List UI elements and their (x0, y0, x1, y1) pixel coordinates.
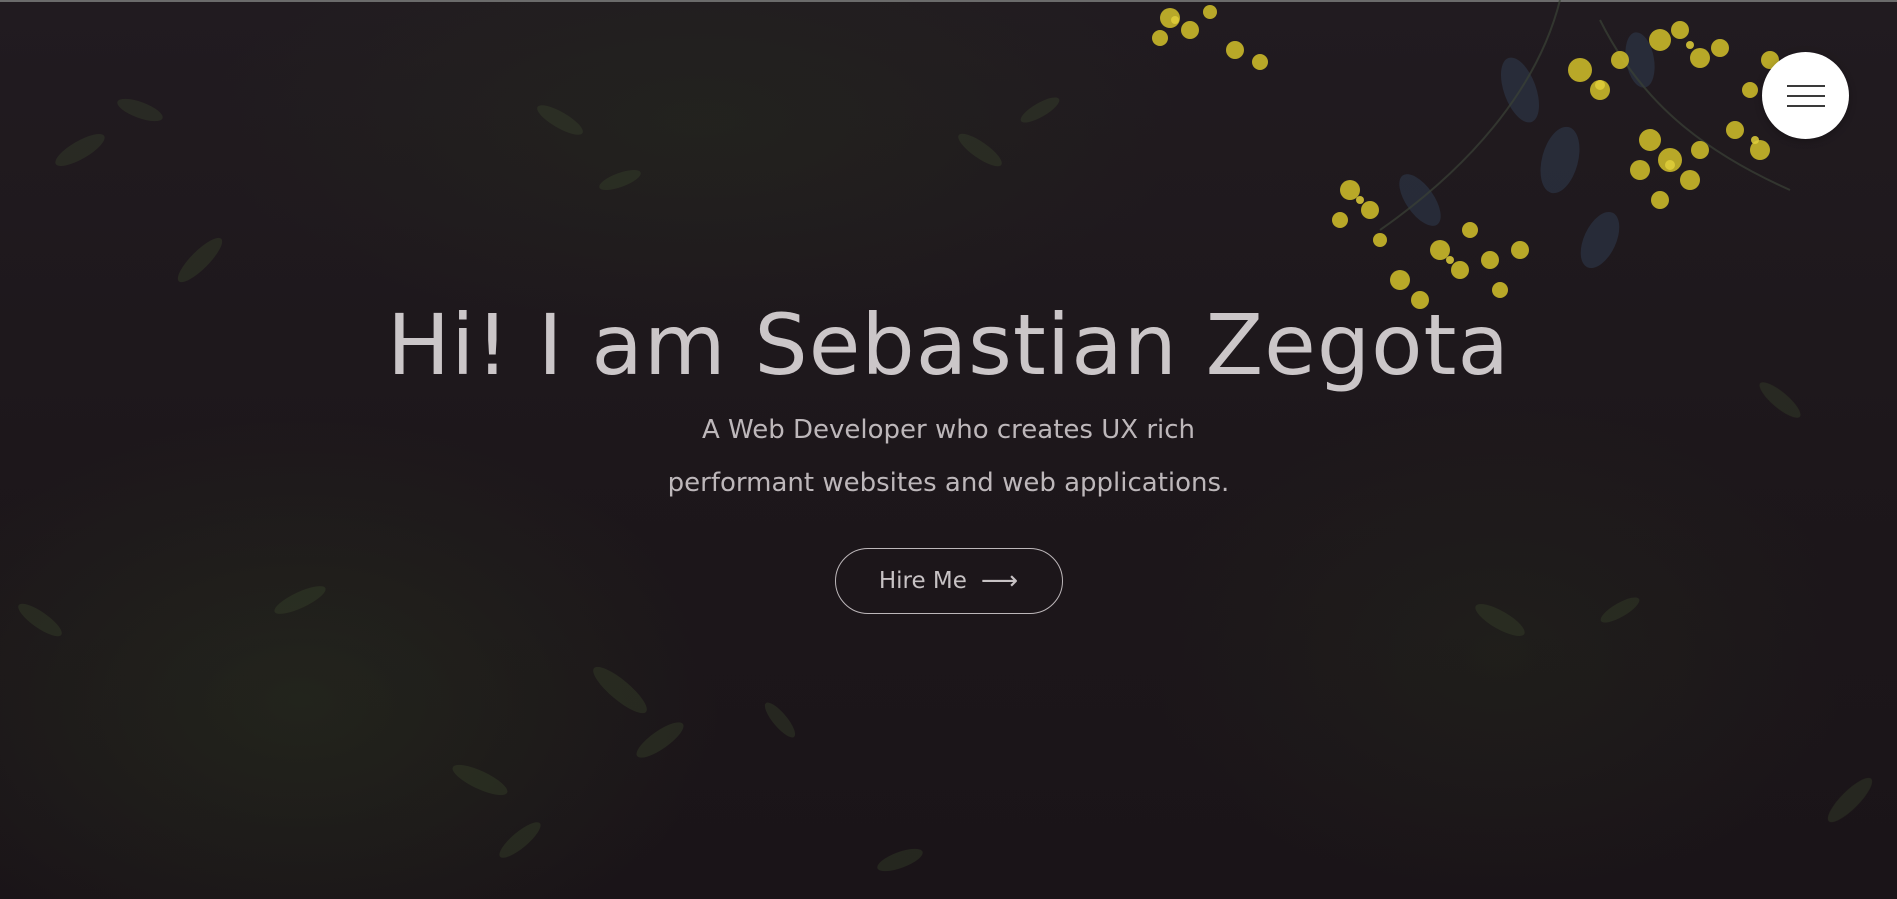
hero-subtitle-line-2: performant websites and web applications… (667, 468, 1230, 498)
arrow-right-icon: ⟶ (980, 566, 1019, 596)
hero-content: Hi! I am Sebastian Zegota A Web Develope… (0, 286, 1897, 614)
hire-me-label: Hire Me (878, 568, 967, 594)
hamburger-menu-icon (1786, 84, 1825, 107)
hero-section: Hi! I am Sebastian Zegota A Web Develope… (0, 0, 1897, 899)
hero-subtitle-line-1: A Web Developer who creates UX rich (701, 415, 1196, 445)
menu-button[interactable] (1762, 52, 1849, 139)
hero-subtitle: A Web Developer who creates UX rich perf… (629, 404, 1269, 510)
hire-me-button[interactable]: Hire Me ⟶ (834, 548, 1063, 614)
hero-title: Hi! I am Sebastian Zegota (387, 296, 1510, 394)
